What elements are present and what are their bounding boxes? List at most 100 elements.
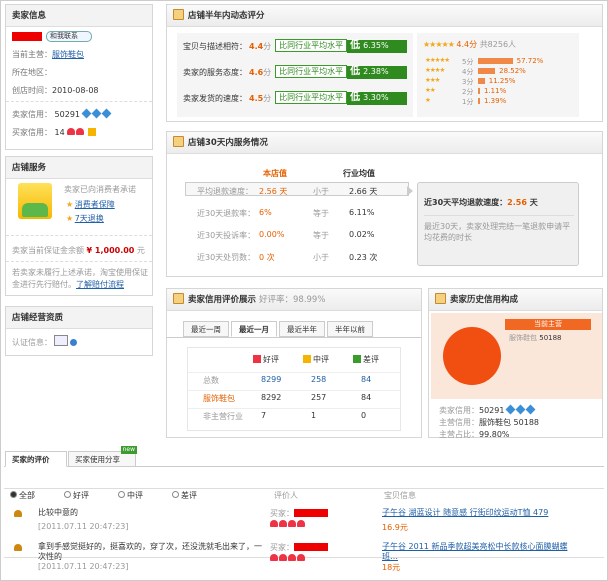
- history-main-num: 50188: [513, 418, 539, 427]
- svc-row-compare: 等于: [313, 209, 329, 218]
- service-promise-text: 卖家已向消费者承诺: [64, 185, 136, 194]
- review-time: [2011.07.11 20:47:23]: [38, 522, 129, 531]
- credit-tab[interactable]: 最近一月: [231, 321, 277, 337]
- tab-buyer-reviews[interactable]: 买家的评价: [5, 451, 67, 467]
- dsr-row-unit: 分: [263, 94, 272, 103]
- service-header: 店铺服务: [6, 157, 152, 179]
- col-industry-avg: 行业均值: [343, 169, 375, 178]
- review-rater-redacted: [294, 509, 328, 517]
- legend-value: 50188: [539, 334, 562, 342]
- refund-speed-desc: 最近30天，卖家处理完结一笔退款申请平均花费的时长: [424, 222, 571, 242]
- dist-bar: [478, 78, 485, 84]
- filter-radio[interactable]: [172, 491, 179, 498]
- dist-label: 5分: [462, 58, 474, 66]
- person-icon: [173, 293, 184, 304]
- refund-speed-card: 近30天平均退款速度：2.56 天 最近30天，卖家处理完结一笔退款申请平均花费…: [417, 182, 579, 266]
- credit-col-head: 好评: [263, 355, 279, 364]
- refund-speed-title: 近30天平均退款速度：: [424, 198, 508, 207]
- filter-radio[interactable]: [64, 491, 71, 498]
- filter-label[interactable]: 中评: [127, 490, 143, 501]
- dist-stars-icon: ★: [425, 96, 431, 104]
- dsr-row-label: 卖家的服务态度：: [183, 68, 247, 77]
- dsr-low-badge: 低 2.38%: [347, 66, 408, 79]
- credit-cell: 1: [311, 411, 317, 420]
- consumer-protection-link[interactable]: 消费者保障: [75, 200, 115, 209]
- dsr-row-score: 4.6: [249, 68, 264, 77]
- credit-cell: 7: [261, 411, 267, 420]
- deposit-label: 卖家当前保证金余额: [12, 246, 84, 255]
- row-divider: [188, 372, 400, 373]
- dist-bar: [478, 98, 480, 104]
- calendar-icon: [173, 136, 184, 147]
- qualification-panel: 店铺经营资质 认证信息：: [5, 306, 153, 356]
- review-rating-icon: [14, 510, 22, 517]
- dist-pct: 57.72%: [516, 57, 544, 65]
- dsr-summary-count: 共8256人: [479, 40, 517, 49]
- dsr-row-score: 4.5: [249, 94, 264, 103]
- heart-icon: [67, 128, 85, 137]
- heart-icon: [270, 520, 306, 529]
- dist-pct: 28.52%: [499, 67, 526, 75]
- certification-label: 认证信息：: [12, 338, 52, 347]
- badge-icon: [87, 128, 96, 136]
- dist-label: 1分: [462, 98, 474, 106]
- dsr-low-badge: 低 3.30%: [347, 92, 408, 105]
- seven-day-return-link[interactable]: 7天退换: [75, 214, 104, 223]
- filter-label[interactable]: 全部: [19, 490, 35, 501]
- main-value-link[interactable]: 服饰鞋包: [52, 50, 84, 59]
- svc-row-avg: 0.23 次: [349, 253, 378, 262]
- credit-cell: 0: [361, 411, 367, 420]
- history-ratio-value: 99.80%: [479, 430, 510, 439]
- filter-radio[interactable]: [118, 491, 125, 498]
- filter-radio[interactable]: [10, 491, 17, 498]
- compensation-link[interactable]: 了解赔付流程: [76, 280, 124, 289]
- tab-buyer-share-label: 买家使用分享: [75, 455, 120, 464]
- review-rater-label: 买家：: [270, 509, 294, 518]
- contact-button[interactable]: 和我联系: [46, 31, 92, 42]
- history-ratio-label: 主营占比：: [439, 430, 479, 439]
- svc-row-shop: 6%: [259, 208, 272, 217]
- id-card-icon[interactable]: [54, 335, 68, 346]
- new-badge: new: [120, 446, 137, 454]
- filter-label[interactable]: 差评: [181, 490, 197, 501]
- legend-title: 当前主营: [505, 319, 591, 330]
- calendar-icon: [173, 9, 184, 20]
- tab-buyer-share[interactable]: 买家使用分享 new: [68, 446, 137, 467]
- svc-row-label: 近30天投诉率：: [197, 231, 256, 240]
- credit-tab[interactable]: 最近一周: [183, 321, 229, 337]
- credit-tab[interactable]: 最近半年: [279, 321, 325, 337]
- credit-row-label: 非主营行业: [203, 412, 243, 421]
- dsr-row: 宝贝与描述相符： 4.4分 比同行业平均水平低 6.35%: [183, 39, 408, 55]
- good-rate-label: 好评率：: [258, 295, 293, 305]
- dsr-compare-box: 比同行业平均水平: [275, 39, 348, 52]
- heart-icon: [270, 554, 306, 563]
- dsr-row-label: 宝贝与描述相符：: [183, 42, 247, 51]
- dist-pct: 1.11%: [484, 87, 507, 95]
- location-label: 所在地区：: [12, 68, 52, 77]
- svc-row-compare: 小于: [313, 187, 329, 196]
- dsr-low-pct: 2.38%: [363, 67, 389, 76]
- credit-cell: 258: [311, 375, 327, 384]
- dsr-summary-score: 4.4分: [456, 40, 478, 49]
- dist-stars-icon: ★★★★★: [425, 56, 450, 64]
- credit-cell: 8292: [261, 393, 282, 402]
- dist-bar: [478, 68, 496, 74]
- history-main-value: 服饰鞋包: [479, 418, 511, 427]
- legend-item: 服饰鞋包: [509, 334, 537, 342]
- credit-col-head: 差评: [363, 355, 379, 364]
- credit-cell: 8299: [261, 375, 282, 384]
- store-service-panel: 店铺服务 卖家已向消费者承诺 ★ 消费者保障 ★ 7天退换 卖家当前保证金余额 …: [5, 156, 153, 296]
- review-item-link[interactable]: 子午谷 湖蓝设计 随意感 行街印纹运动T恤 479: [382, 508, 572, 518]
- dsr-row-unit: 分: [263, 68, 272, 77]
- time-label: 创店时间：: [12, 86, 52, 95]
- credit-header: 卖家信用评价展示: [188, 295, 257, 305]
- filter-label[interactable]: 好评: [73, 490, 89, 501]
- refund-speed-unit: 天: [529, 198, 538, 207]
- review-item-link[interactable]: 子午谷 2011 新品季款超美亮松中长款核心面膜蝴蝶班…: [382, 542, 572, 562]
- review-rater-redacted: [294, 543, 328, 551]
- rating-icon: [303, 355, 311, 363]
- review-rating-icon: [14, 544, 22, 551]
- dsr-compare-label: 比同行业平均水平: [279, 67, 344, 76]
- credit-tab[interactable]: 半年以前: [327, 321, 373, 337]
- dist-pct: 11.25%: [488, 77, 516, 85]
